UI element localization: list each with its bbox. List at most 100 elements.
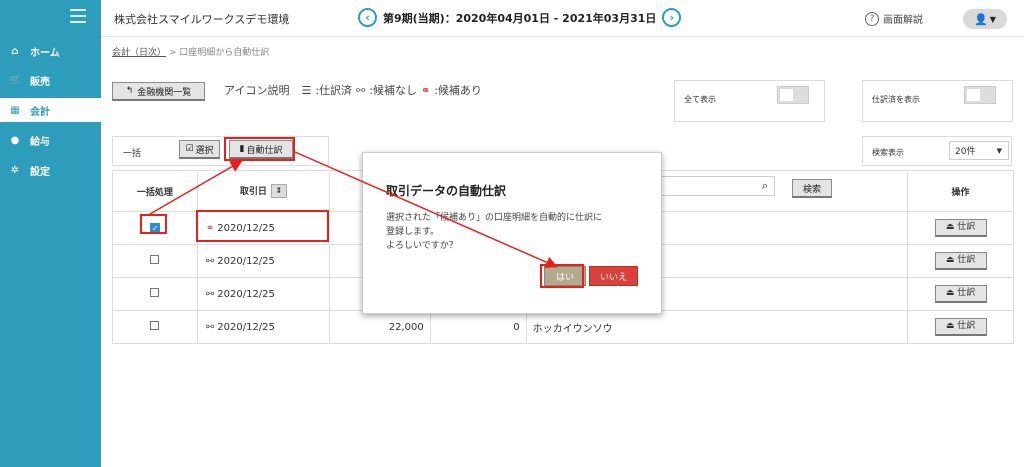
search-button-label: 検索	[802, 184, 821, 195]
search-button[interactable]: 検索	[792, 179, 832, 198]
dialog-message: 選択された「候補あり」の口座明細を自動的に仕訳に 登録します。 よろしいですか？	[386, 211, 602, 253]
unlink-icon: ⚯	[205, 321, 215, 333]
cart-icon: 🛒	[8, 74, 22, 86]
search-input[interactable]: ⌕	[644, 176, 775, 196]
row-checkbox[interactable]	[150, 321, 160, 330]
op-cell: ⏏ 仕訳	[907, 211, 1014, 245]
breadcrumb: 会計（日次） > 口座明細から自動仕訳	[112, 45, 269, 58]
bulk-select-button[interactable]: ☑ 選択	[179, 140, 220, 159]
breadcrumb-separator: >	[168, 48, 180, 58]
bank-list-button[interactable]: ↰ 金融機関一覧	[112, 82, 205, 101]
sidebar-item-label: 設定	[30, 166, 50, 178]
sidebar-item-settings[interactable]: ✲ 設定	[0, 158, 101, 182]
zero-cell: 0	[429, 310, 527, 344]
col-op: 操作	[907, 170, 1014, 212]
row-checkbox[interactable]	[150, 255, 160, 264]
search-icon: ⌕	[761, 179, 768, 192]
name-cell: ホッカイウンソウ	[525, 310, 909, 344]
op-cell: ⏏ 仕訳	[907, 244, 1014, 278]
row-checkbox-cell	[112, 277, 198, 311]
legend-cand: :候補あり	[434, 84, 482, 97]
row-checkbox[interactable]	[150, 288, 160, 297]
highlight-auto-journal	[224, 137, 295, 161]
sort-icon[interactable]: ⇕	[270, 184, 287, 199]
sidebar-item-label: 会計	[30, 106, 50, 118]
calculator-icon: ▦	[10, 104, 20, 116]
help-label: 画面解説	[883, 15, 923, 26]
show-all-label: 全て表示	[684, 95, 716, 104]
journal-button[interactable]: ⏏ 仕訳	[934, 252, 987, 270]
highlight-yes	[540, 264, 584, 288]
unlink-icon: ⚯	[356, 83, 366, 97]
show-journaled-panel: 仕訳済を表示	[862, 80, 1013, 122]
legend-none: :候補なし	[369, 84, 417, 97]
op-cell: ⏏ 仕訳	[907, 277, 1014, 311]
sidebar-item-label: 給与	[30, 136, 50, 148]
bulk-panel: 一括 ☑ 選択 ▮ 自動仕訳	[112, 136, 329, 166]
search-display-panel: 検索表示 20件 ▼	[862, 136, 1012, 166]
period-label: 第9期(当期)：2020年04月01日 - 2021年03月31日	[383, 11, 657, 25]
prev-period-button[interactable]: ‹	[358, 8, 377, 27]
table-row: ⚯ 2020/12/25 22,000 0 ホッカイウンソウ ⏏ 仕訳	[112, 310, 1014, 344]
op-cell: ⏏ 仕訳	[907, 310, 1014, 344]
journal-label: 仕訳	[957, 288, 976, 298]
journal-label: 仕訳	[957, 255, 976, 265]
sidebar-item-accounting[interactable]: ▦ 会計	[0, 98, 101, 122]
sidebar-item-sales[interactable]: 🛒 販売	[0, 68, 101, 92]
dialog-line2: 登録します。	[386, 227, 440, 237]
journal-button[interactable]: ⏏ 仕訳	[934, 318, 987, 336]
highlight-checkbox	[140, 214, 167, 234]
date-value: 2020/12/25	[217, 288, 275, 300]
dialog-title: 取引データの自動仕訳	[386, 184, 507, 198]
date-cell: ⚯ 2020/12/25	[196, 277, 330, 311]
row-checkbox-cell	[112, 310, 198, 344]
journal-label: 仕訳	[957, 321, 976, 331]
highlight-date	[196, 210, 329, 242]
journaled-icon: ☰	[301, 83, 312, 97]
question-icon: ?	[865, 11, 879, 26]
legend-done: :仕訳済	[315, 84, 353, 97]
user-menu-button[interactable]: 👤 ▼	[963, 9, 1007, 29]
row-checkbox-cell	[112, 244, 198, 278]
legend-title: アイコン説明	[224, 84, 290, 97]
breadcrumb-parent-link[interactable]: 会計（日次）	[112, 48, 166, 58]
journal-button[interactable]: ⏏ 仕訳	[934, 219, 987, 237]
search-display-select[interactable]: 20件 ▼	[949, 141, 1009, 160]
checkbox-icon: ☑	[185, 144, 194, 154]
unlink-icon: ⚯	[205, 255, 215, 267]
dialog-line3: よろしいですか？	[386, 241, 458, 251]
date-value: 2020/12/25	[217, 321, 275, 333]
search-display-label: 検索表示	[872, 148, 904, 157]
journal-button[interactable]: ⏏ 仕訳	[934, 285, 987, 303]
period-selector: ‹ 第9期(当期)：2020年04月01日 - 2021年03月31日 ›	[358, 8, 682, 27]
header: 株式会社スマイルワークスデモ環境 ‹ 第9期(当期)：2020年04月01日 -…	[101, 0, 1024, 37]
unlink-icon: ⚯	[205, 288, 215, 300]
gear-icon: ✲	[10, 164, 20, 176]
col-date[interactable]: 取引日 ⇕	[196, 170, 330, 212]
caret-down-icon: ▼	[996, 146, 1002, 155]
show-journaled-toggle[interactable]	[964, 86, 996, 104]
date-value: 2020/12/25	[217, 255, 275, 267]
show-all-toggle[interactable]	[777, 86, 809, 104]
show-all-panel: 全て表示	[674, 80, 825, 122]
col-bulk: 一括処理	[112, 170, 198, 212]
next-period-button[interactable]: ›	[662, 8, 682, 27]
date-cell: ⚯ 2020/12/25	[196, 244, 330, 278]
bank-list-label: 金融機関一覧	[137, 87, 192, 98]
help-link[interactable]: ? 画面解説	[865, 11, 923, 26]
company-name: 株式会社スマイルワークスデモ環境	[114, 13, 290, 26]
user-icon: 👤	[974, 12, 988, 26]
show-journaled-label: 仕訳済を表示	[872, 95, 920, 104]
sidebar-item-home[interactable]: ⌂ ホーム	[0, 39, 101, 63]
caret-down-icon: ▼	[989, 14, 996, 24]
icon-legend: アイコン説明 ☰ :仕訳済 ⚯ :候補なし ⚭ :候補あり	[224, 82, 482, 98]
bulk-select-label: 選択	[195, 145, 214, 156]
hamburger-menu-icon[interactable]	[70, 9, 86, 27]
amount-cell: 22,000	[328, 310, 431, 344]
back-arrow-icon: ↰	[125, 86, 134, 96]
sidebar-item-payroll[interactable]: ● 給与	[0, 128, 101, 152]
link-icon: ⚭	[420, 83, 431, 97]
dialog-no-button[interactable]: いいえ	[589, 266, 638, 286]
journal-label: 仕訳	[957, 222, 976, 232]
auto-journal-dialog: 取引データの自動仕訳 選択された「候補あり」の口座明細を自動的に仕訳に 登録しま…	[362, 152, 662, 314]
